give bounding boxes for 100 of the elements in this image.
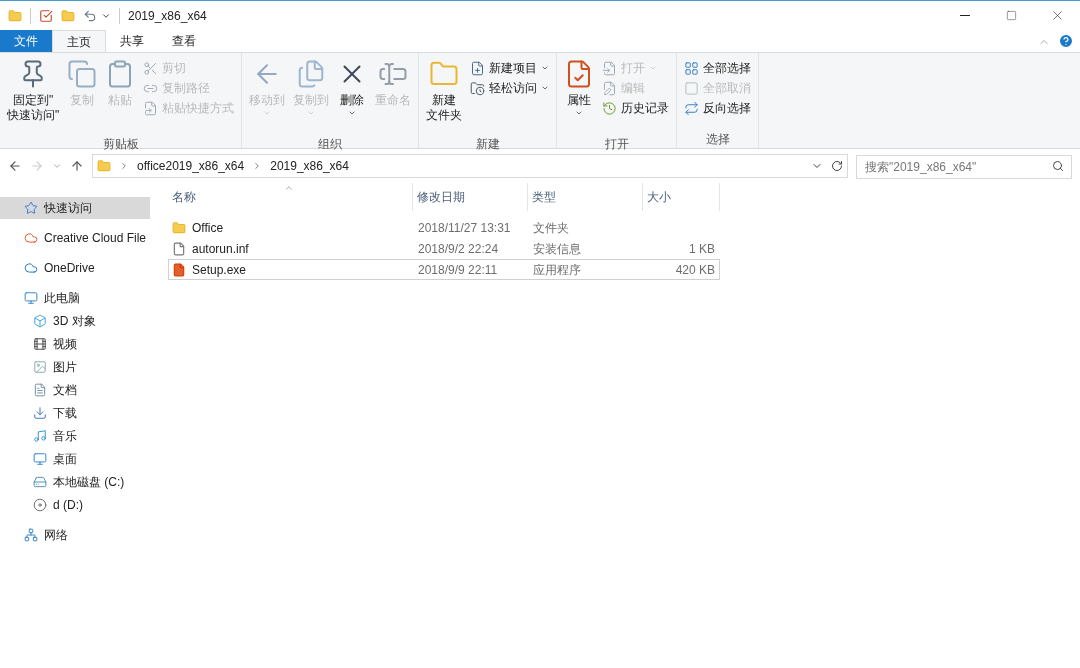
- table-cell-text: 2018/9/2 22:24: [417, 240, 500, 258]
- table-cell-text: 1 KB: [688, 240, 716, 258]
- cloud-icon: [24, 261, 38, 275]
- history-icon: [602, 100, 618, 116]
- help-icon[interactable]: [1058, 33, 1074, 49]
- sidebar-item[interactable]: 桌面: [0, 448, 150, 470]
- ribbon-button[interactable]: 固定到" 快速访问": [3, 55, 64, 135]
- group-label: 打开: [603, 136, 630, 153]
- ribbon-button[interactable]: 反向选择: [680, 98, 756, 118]
- image-icon: [33, 360, 47, 374]
- up-icon[interactable]: [70, 159, 84, 173]
- copy-icon: [67, 59, 98, 89]
- breadcrumb[interactable]: 2019_x86_x64: [270, 157, 349, 175]
- sidebar-item[interactable]: OneDrive: [0, 257, 150, 279]
- minimize-icon: [960, 15, 970, 16]
- sidebar-item[interactable]: d (D:): [0, 494, 150, 516]
- ribbon-button[interactable]: 属性: [560, 55, 599, 135]
- network-icon: [24, 528, 38, 542]
- group-label: 组织: [317, 136, 344, 153]
- sidebar-item[interactable]: 此电脑: [0, 287, 150, 309]
- group-label: 剪贴板: [101, 136, 140, 153]
- back-icon[interactable]: [8, 159, 22, 173]
- folder-icon: [172, 220, 186, 235]
- undo-icon[interactable]: [83, 8, 97, 23]
- ribbon-button[interactable]: 新建 文件夹: [422, 55, 467, 135]
- table-cell-text: 2018/9/9 22:11: [417, 261, 499, 279]
- repeat-icon: [684, 100, 700, 116]
- file-name: Office: [192, 219, 224, 237]
- cloud-icon: [24, 231, 38, 245]
- caret-icon: [348, 109, 357, 117]
- monitor-icon: [24, 291, 38, 305]
- sort-icon: [284, 183, 294, 193]
- file-row[interactable]: autorun.inf 2018/9/2 22:24 安装信息 1 KB: [168, 238, 720, 259]
- caret-icon: [307, 109, 316, 117]
- forward-icon[interactable]: [30, 159, 44, 173]
- column-header[interactable]: 大小: [643, 183, 720, 211]
- ribbon-button[interactable]: 删除: [333, 55, 372, 135]
- sidebar-item[interactable]: 音乐: [0, 425, 150, 447]
- sidebar-item[interactable]: 本地磁盘 (C:): [0, 471, 150, 493]
- search-icon: [1052, 160, 1064, 172]
- file-pen-icon: [602, 80, 618, 96]
- address-bar[interactable]: office2019_x86_x64 2019_x86_x64: [92, 154, 848, 178]
- shortcut-icon: [143, 100, 159, 116]
- ribbon-button[interactable]: 历史记录: [598, 98, 674, 118]
- app-icon: [172, 262, 186, 277]
- column-header[interactable]: 类型: [528, 183, 643, 211]
- grid-icon: [684, 60, 700, 76]
- star-icon: [24, 201, 38, 215]
- monitor-icon: [33, 452, 47, 466]
- sidebar-item[interactable]: 下载: [0, 402, 150, 424]
- caret-icon: [575, 109, 584, 117]
- table-cell-text: 420 KB: [674, 261, 716, 279]
- box-icon: [33, 314, 47, 328]
- ribbon-button[interactable]: 新建项目: [466, 58, 554, 78]
- sidebar-item[interactable]: 图片: [0, 356, 150, 378]
- column-header[interactable]: 名称: [168, 183, 413, 211]
- table-cell-text: 2018/11/27 13:31: [417, 219, 512, 237]
- sidebar-item[interactable]: 文档: [0, 379, 150, 401]
- group-label: 新建: [474, 136, 501, 153]
- ribbon-tab[interactable]: 共享: [106, 30, 158, 52]
- folder-icon: [97, 159, 111, 173]
- folder-clock-icon: [470, 80, 486, 96]
- file-row[interactable]: Office 2018/11/27 13:31 文件夹: [168, 217, 720, 238]
- ribbon-button[interactable]: 轻松访问: [466, 78, 554, 98]
- film-icon: [33, 337, 47, 351]
- folder-icon: [8, 8, 22, 23]
- disc-icon: [33, 498, 47, 512]
- document-icon: [33, 383, 47, 397]
- square-icon: [684, 80, 700, 96]
- recent-caret-icon[interactable]: [52, 161, 62, 171]
- file-icon: [602, 60, 618, 76]
- breadcrumb[interactable]: office2019_x86_x64: [137, 157, 245, 175]
- caret-icon: [649, 64, 658, 72]
- sidebar-item[interactable]: 3D 对象: [0, 310, 150, 332]
- ribbon-tab[interactable]: 文件: [0, 30, 52, 52]
- file-name: Setup.exe: [192, 261, 247, 279]
- caret-icon: [541, 64, 550, 72]
- properties-icon[interactable]: [39, 8, 53, 23]
- new-folder-icon[interactable]: [61, 8, 75, 23]
- ribbon-button[interactable]: 全部选择: [680, 58, 756, 78]
- music-icon: [33, 429, 47, 443]
- caret-icon: [541, 84, 550, 92]
- sidebar-item[interactable]: 网络: [0, 524, 150, 546]
- ribbon-tab[interactable]: 主页: [52, 30, 106, 52]
- file-row[interactable]: Setup.exe 2018/9/9 22:11 应用程序 420 KB: [168, 259, 720, 280]
- table-cell-text: 应用程序: [532, 261, 582, 279]
- chevron-icon: [119, 161, 129, 171]
- sidebar-item[interactable]: 视频: [0, 333, 150, 355]
- sidebar-item[interactable]: Creative Cloud File: [0, 227, 150, 249]
- table-cell-text: 文件夹: [532, 219, 570, 237]
- window-title: 2019_x86_x64: [128, 7, 207, 25]
- file-plus-icon: [470, 60, 486, 76]
- column-header[interactable]: 修改日期: [413, 183, 528, 211]
- scissors-icon: [143, 60, 159, 76]
- group-label: 选择: [704, 131, 731, 148]
- sidebar-item[interactable]: 快速访问: [0, 197, 150, 219]
- ribbon-tab[interactable]: 查看: [158, 30, 210, 52]
- search-field[interactable]: 搜索"2019_x86_x64": [856, 155, 1072, 179]
- refresh-icon[interactable]: [831, 160, 843, 172]
- maximize-icon: [1005, 10, 1017, 21]
